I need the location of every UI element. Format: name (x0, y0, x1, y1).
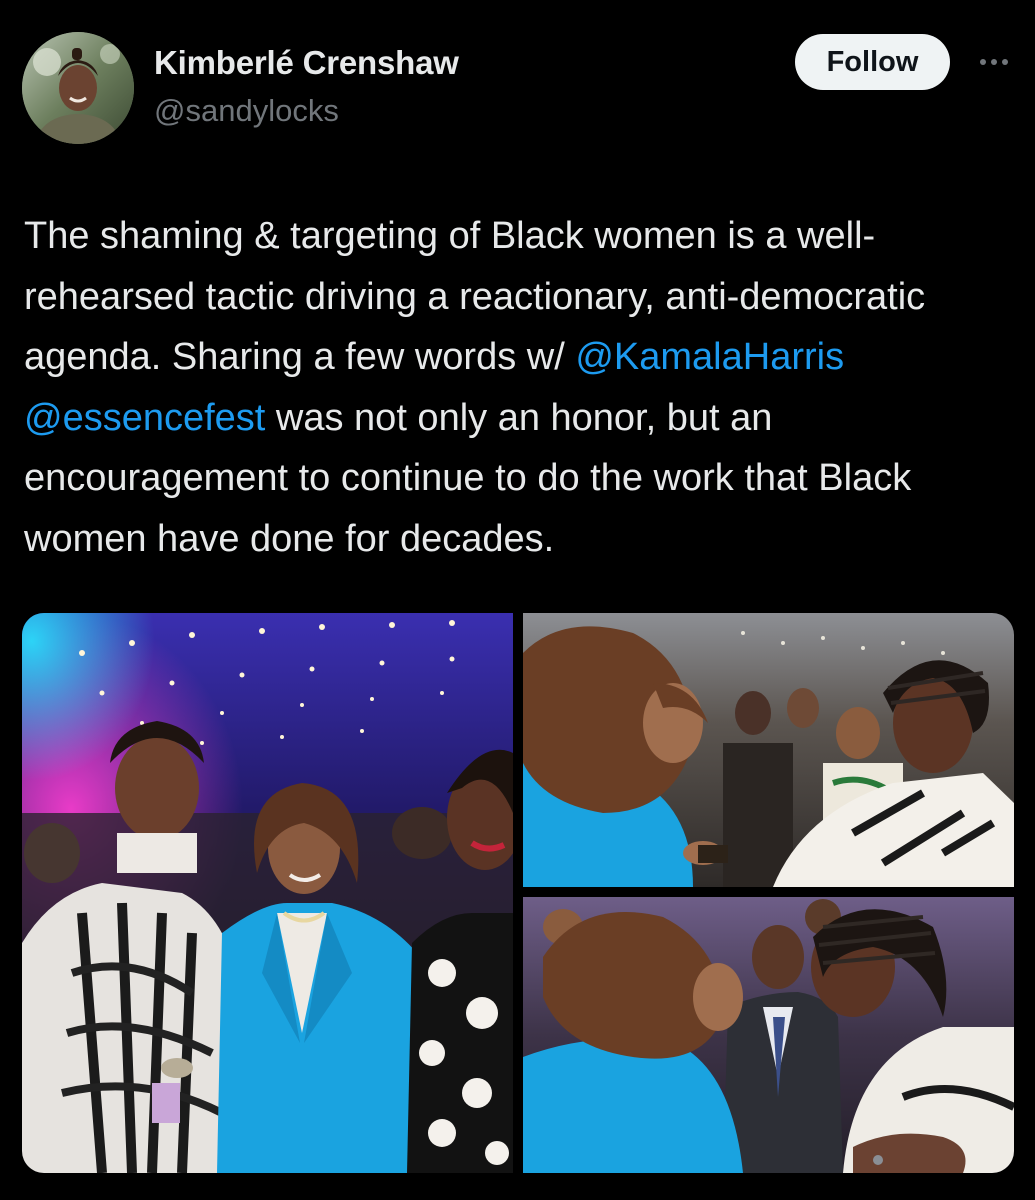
tweet-text: The shaming & targeting of Black women i… (24, 206, 1014, 569)
more-options-button[interactable] (972, 44, 1016, 80)
author-handle[interactable]: @sandylocks (154, 93, 339, 129)
author-avatar[interactable] (22, 32, 134, 144)
photo-greeting-bottom[interactable] (523, 897, 1014, 1173)
photo-greeting-top[interactable] (523, 613, 1014, 887)
media-grid (22, 613, 1014, 1173)
tweet-card: Kimberlé Crenshaw @sandylocks Follow The… (0, 0, 1035, 1200)
mention-essencefest-link[interactable]: @essencefest (24, 397, 265, 439)
mention-kamalaharris-link[interactable]: @KamalaHarris (575, 336, 844, 378)
author-name[interactable]: Kimberlé Crenshaw (154, 44, 459, 82)
photo-group-portrait[interactable] (22, 613, 513, 1173)
more-horizontal-icon (979, 53, 1009, 71)
follow-button[interactable]: Follow (795, 34, 950, 90)
